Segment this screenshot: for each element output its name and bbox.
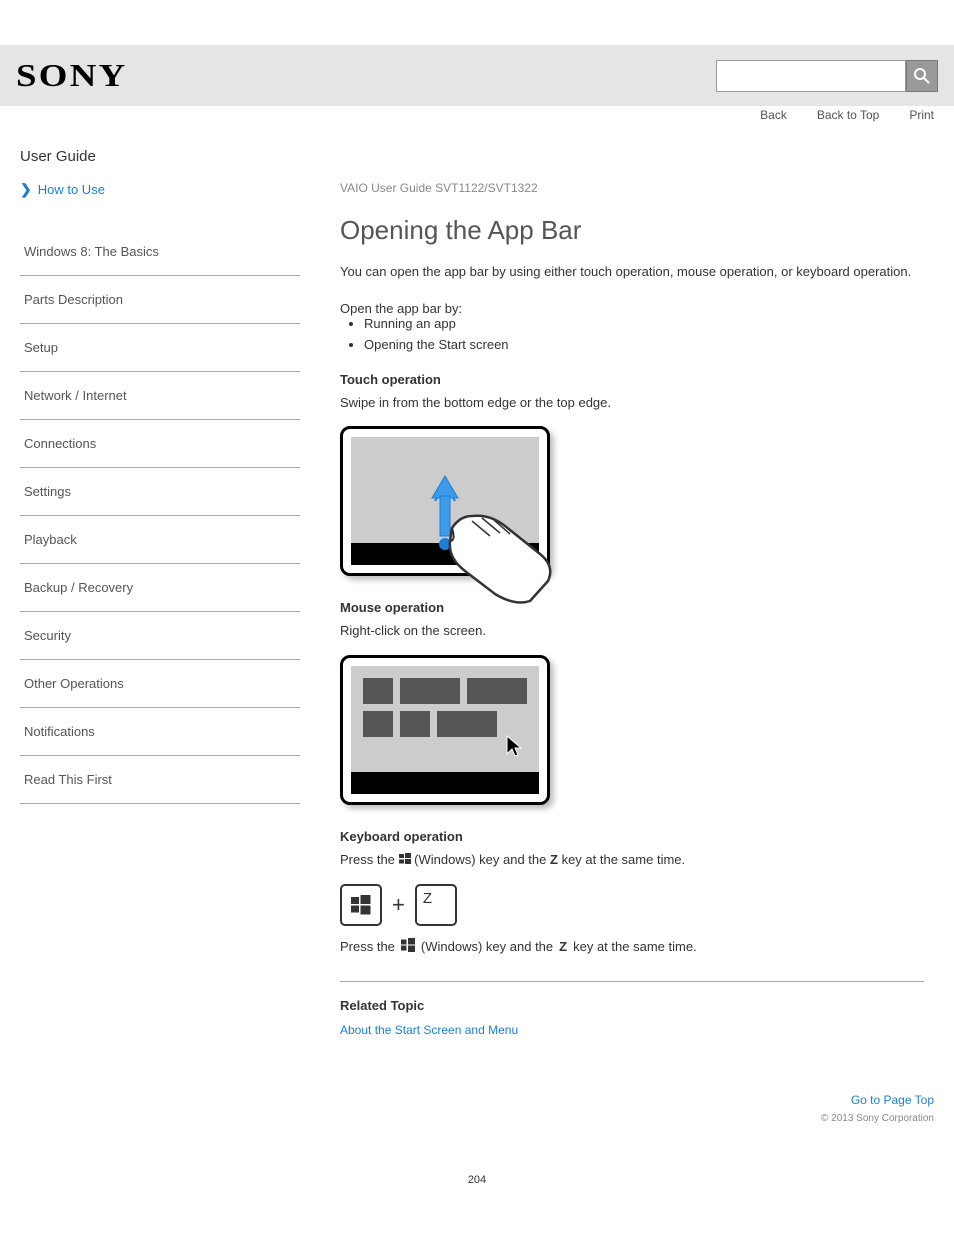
search-input[interactable] — [716, 60, 906, 92]
sidebar-item[interactable]: Notifications — [24, 724, 296, 739]
product-name: VAIO User Guide SVT1122/SVT1322 — [340, 181, 924, 195]
page-title: Opening the App Bar — [340, 215, 924, 246]
swipe-up-icon — [420, 466, 570, 606]
windows-icon — [399, 853, 411, 865]
sidebar: ❯ How to Use Windows 8: The Basics Parts… — [20, 181, 300, 1043]
back-to-top-link[interactable]: Back to Top — [817, 108, 879, 122]
search-button[interactable] — [906, 60, 938, 92]
search-container — [716, 60, 938, 92]
go-to-top-link[interactable]: Go to Page Top — [851, 1093, 934, 1107]
back-link[interactable]: Back — [760, 108, 787, 122]
top-links: Back Back to Top Print — [0, 106, 954, 140]
page-number: 204 — [0, 1174, 954, 1206]
sidebar-item[interactable]: Connections — [24, 436, 296, 451]
open-by-label: Open the app bar by: — [340, 301, 924, 316]
related-link[interactable]: About the Start Screen and Menu — [340, 1023, 924, 1037]
sony-logo: SONY — [16, 57, 127, 94]
touch-method-desc: Swipe in from the bottom edge or the top… — [340, 393, 924, 413]
sidebar-item[interactable]: Backup / Recovery — [24, 580, 296, 595]
copyright: © 2013 Sony Corporation — [0, 1113, 954, 1144]
windows-icon — [351, 895, 371, 915]
mouse-method-desc: Right-click on the screen. — [340, 621, 924, 641]
howto-link[interactable]: ❯ How to Use — [20, 181, 300, 198]
windows-icon — [401, 938, 415, 952]
plus-icon: + — [392, 892, 405, 918]
keyboard-combo-illustration: + Z — [340, 884, 924, 926]
open-list: Running an app Opening the Start screen — [340, 316, 924, 352]
list-item: Opening the Start screen — [364, 337, 924, 352]
sidebar-item[interactable]: Playback — [24, 532, 296, 547]
z-key: Z — [415, 884, 457, 926]
footer-links: Go to Page Top — [0, 1043, 954, 1113]
related-title: Related Topic — [340, 998, 924, 1013]
nav-list: Windows 8: The Basics Parts Description … — [20, 228, 300, 804]
print-link[interactable]: Print — [909, 108, 934, 122]
header-bar: SONY — [0, 45, 954, 106]
keyboard-method-title: Keyboard operation — [340, 829, 924, 844]
related-section: Related Topic About the Start Screen and… — [340, 981, 924, 1037]
user-guide-label: User Guide — [0, 140, 954, 171]
mouse-illustration — [340, 655, 924, 805]
touch-illustration — [340, 426, 580, 576]
windows-key — [340, 884, 382, 926]
list-item: Running an app — [364, 316, 924, 331]
sidebar-item[interactable]: Other Operations — [24, 676, 296, 691]
howto-label: How to Use — [38, 182, 105, 197]
key-note: Press the (Windows) key and the Z key at… — [340, 938, 924, 955]
keyboard-method-desc: Press the (Windows) key and the Z key at… — [340, 850, 924, 870]
sidebar-item[interactable]: Settings — [24, 484, 296, 499]
sidebar-item[interactable]: Read This First — [24, 772, 296, 787]
cursor-icon — [505, 734, 525, 758]
search-icon — [913, 67, 931, 85]
sidebar-item[interactable]: Setup — [24, 340, 296, 355]
touch-method-title: Touch operation — [340, 372, 924, 387]
sidebar-item[interactable]: Network / Internet — [24, 388, 296, 403]
sidebar-item[interactable]: Parts Description — [24, 292, 296, 307]
main-content: VAIO User Guide SVT1122/SVT1322 Opening … — [340, 181, 934, 1043]
sidebar-item[interactable]: Security — [24, 628, 296, 643]
chevron-right-icon: ❯ — [20, 181, 32, 198]
sidebar-item[interactable]: Windows 8: The Basics — [24, 244, 296, 259]
intro-text: You can open the app bar by using either… — [340, 262, 924, 283]
